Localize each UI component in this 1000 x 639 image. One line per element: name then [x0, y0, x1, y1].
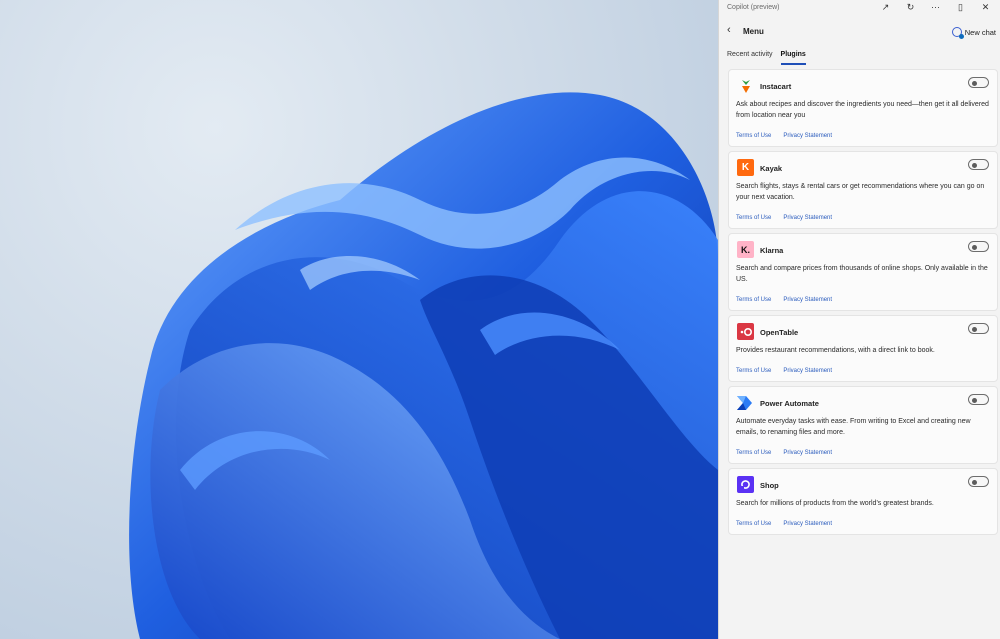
plugin-description: Search and compare prices from thousands… — [736, 265, 988, 283]
privacy-link[interactable]: Privacy Statement — [783, 368, 832, 374]
plugin-card-opentable: OpenTable Provides restaurant recommenda… — [728, 315, 998, 382]
plugin-description: Ask about recipes and discover the ingre… — [736, 101, 989, 119]
new-chat-label: New chat — [964, 27, 996, 37]
plugin-description: Provides restaurant recommendations, wit… — [736, 347, 935, 354]
plugin-toggle[interactable] — [968, 159, 989, 170]
plugin-card-shop: Shop Search for millions of products fro… — [728, 468, 998, 535]
tab-plugins[interactable]: Plugins — [780, 48, 806, 65]
terms-link[interactable]: Terms of Use — [736, 297, 771, 303]
plugin-name: Power Automate — [760, 399, 819, 408]
plugin-name: Kayak — [760, 164, 783, 173]
privacy-link[interactable]: Privacy Statement — [783, 297, 832, 303]
desktop-wallpaper — [0, 0, 718, 639]
power-automate-logo-icon — [737, 394, 754, 411]
open-external-icon[interactable]: ↗ — [873, 2, 898, 13]
plugin-description: Automate everyday tasks with ease. From … — [736, 418, 971, 436]
refresh-icon[interactable]: ↻ — [898, 2, 923, 13]
privacy-link[interactable]: Privacy Statement — [783, 521, 832, 527]
terms-link[interactable]: Terms of Use — [736, 133, 771, 139]
plugin-description: Search for millions of products from the… — [736, 500, 934, 507]
tab-recent-activity[interactable]: Recent activity — [727, 48, 773, 65]
terms-link[interactable]: Terms of Use — [736, 450, 771, 456]
close-icon[interactable]: ✕ — [973, 2, 998, 13]
privacy-link[interactable]: Privacy Statement — [783, 450, 832, 456]
klarna-logo-icon: K. — [737, 241, 754, 258]
plugin-card-klarna: K. Klarna Search and compare prices from… — [728, 233, 998, 311]
menu-header: ‹ Menu New chat — [719, 14, 1000, 48]
chevron-left-icon: ‹ — [727, 24, 731, 36]
new-chat-icon — [951, 27, 964, 39]
copilot-panel: Copilot (preview) ↗ ↻ ··· ▯ ✕ ‹ Menu New… — [718, 0, 1000, 639]
plugin-card-power-automate: Power Automate Automate everyday tasks w… — [728, 386, 998, 464]
privacy-link[interactable]: Privacy Statement — [783, 215, 832, 221]
plugin-name: Klarna — [760, 246, 784, 255]
terms-link[interactable]: Terms of Use — [736, 368, 771, 374]
plugin-description: Search flights, stays & rental cars or g… — [736, 183, 985, 201]
plugin-toggle[interactable] — [968, 241, 989, 252]
privacy-link[interactable]: Privacy Statement — [783, 133, 832, 139]
terms-link[interactable]: Terms of Use — [736, 215, 771, 221]
plugin-card-kayak: K Kayak Search flights, stays & rental c… — [728, 151, 998, 229]
plugin-list: Instacart Ask about recipes and discover… — [719, 66, 1000, 535]
shop-logo-icon — [737, 476, 754, 493]
plugin-toggle[interactable] — [968, 323, 989, 334]
kayak-logo-icon: K — [737, 159, 754, 176]
tab-bar: Recent activity Plugins — [719, 48, 1000, 66]
plugin-card-instacart: Instacart Ask about recipes and discover… — [728, 69, 998, 147]
menu-title: Menu — [743, 27, 764, 36]
opentable-logo-icon — [737, 323, 754, 340]
bloom-graphic — [129, 92, 718, 639]
dock-icon[interactable]: ▯ — [948, 2, 973, 13]
plugin-name: Shop — [760, 481, 779, 490]
new-chat-button[interactable]: New chat — [951, 24, 996, 40]
plugin-name: OpenTable — [760, 328, 799, 337]
back-button[interactable]: ‹ — [727, 24, 741, 38]
instacart-logo-icon — [737, 77, 754, 94]
plugin-name: Instacart — [760, 82, 792, 91]
terms-link[interactable]: Terms of Use — [736, 521, 771, 527]
titlebar: Copilot (preview) ↗ ↻ ··· ▯ ✕ — [719, 0, 1000, 14]
plugin-toggle[interactable] — [968, 476, 989, 487]
more-icon[interactable]: ··· — [923, 2, 948, 12]
titlebar-controls: ↗ ↻ ··· ▯ ✕ — [873, 0, 998, 14]
plugin-toggle[interactable] — [968, 394, 989, 405]
window-title: Copilot (preview) — [727, 3, 780, 11]
plugin-toggle[interactable] — [968, 77, 989, 88]
